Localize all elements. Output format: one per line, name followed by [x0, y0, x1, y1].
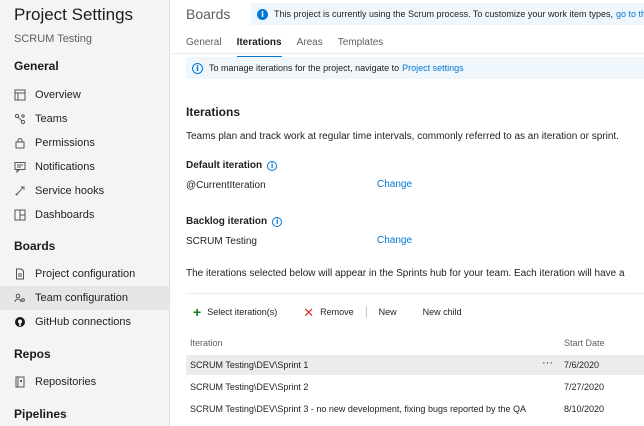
sidebar-item-label: Notifications [35, 161, 95, 173]
change-default-iteration-link[interactable]: Change [377, 179, 412, 190]
start-date: 8/10/2020 [564, 404, 605, 414]
github-icon [14, 316, 26, 328]
default-iteration-value: @CurrentIteration [186, 180, 266, 191]
sidebar-item-permissions[interactable]: Permissions [0, 131, 169, 155]
column-header-start-date[interactable]: Start Date [564, 338, 605, 348]
sidebar-item-repositories[interactable]: Repositories [0, 370, 169, 394]
plus-icon: + [193, 304, 202, 320]
sidebar-item-teams[interactable]: Teams [0, 107, 169, 131]
sprints-hub-note: The iterations selected below will appea… [186, 268, 625, 279]
close-icon: ✕ [303, 304, 315, 320]
info-icon[interactable]: i [267, 160, 278, 171]
backlog-iteration-label-text: Backlog iteration [186, 216, 268, 227]
project-settings-link[interactable]: Project settings [402, 63, 464, 73]
command-bar-divider [186, 293, 644, 294]
document-icon [14, 268, 26, 280]
iterations-description: Teams plan and track work at regular tim… [186, 131, 619, 142]
banner-link[interactable]: go to the [616, 9, 644, 19]
tab-general[interactable]: General [186, 37, 222, 53]
backlog-iteration-label: Backlog iteration i [186, 216, 283, 227]
default-iteration-label-text: Default iteration [186, 160, 263, 171]
info-icon: i [257, 8, 268, 20]
sidebar-item-project-configuration[interactable]: Project configuration [0, 262, 169, 286]
section-boards: Boards [14, 239, 56, 253]
sidebar-item-label: Dashboards [35, 209, 95, 221]
team-config-icon [14, 292, 26, 304]
more-actions-icon[interactable]: ··· [542, 357, 553, 369]
lock-icon [14, 137, 26, 149]
table-row[interactable]: SCRUM Testing\DEV\Sprint 2 7/27/2020 [186, 377, 644, 397]
iterations-heading: Iterations [186, 105, 241, 119]
overview-icon [14, 89, 26, 101]
tab-bar: General Iterations Areas Templates [186, 37, 398, 58]
sidebar-item-team-configuration[interactable]: Team configuration [0, 286, 169, 310]
table-row[interactable]: SCRUM Testing\DEV\Sprint 1 ··· 7/6/2020 [186, 355, 644, 375]
info-icon: i [192, 62, 203, 74]
sidebar-item-dashboards[interactable]: Dashboards [0, 203, 169, 227]
dashboard-icon [14, 209, 26, 221]
command-separator [365, 306, 367, 318]
column-header-iteration[interactable]: Iteration [190, 338, 223, 348]
sidebar-item-github-connections[interactable]: GitHub connections [0, 310, 169, 334]
sidebar-item-label: Teams [35, 113, 68, 125]
backlog-iteration-value: SCRUM Testing [186, 236, 257, 247]
tab-templates[interactable]: Templates [338, 37, 384, 53]
repository-icon [14, 376, 26, 388]
section-pipelines: Pipelines [14, 407, 67, 421]
sidebar-item-label: Service hooks [35, 185, 105, 197]
banner-text: This project is currently using the Scru… [274, 9, 613, 19]
new-button[interactable]: New [379, 307, 397, 317]
notification-icon [14, 161, 26, 173]
sidebar-item-service-hooks[interactable]: Service hooks [0, 179, 169, 203]
remove-button[interactable]: ✕ Remove [303, 306, 353, 319]
tab-iterations[interactable]: Iterations [236, 37, 282, 58]
sidebar-item-label: Permissions [35, 137, 95, 149]
sidebar-item-label: Project configuration [35, 268, 136, 280]
start-date: 7/6/2020 [564, 360, 600, 370]
remove-label: Remove [320, 307, 354, 317]
sidebar-title: Project Settings [14, 5, 134, 24]
default-iteration-label: Default iteration i [186, 160, 278, 171]
tab-areas[interactable]: Areas [297, 37, 323, 53]
main-content: Boards i This project is currently using… [171, 0, 644, 426]
change-backlog-iteration-link[interactable]: Change [377, 235, 412, 246]
service-hooks-icon [14, 185, 26, 197]
sidebar-item-overview[interactable]: Overview [0, 83, 169, 107]
iteration-path: SCRUM Testing\DEV\Sprint 3 - no new deve… [190, 404, 527, 414]
iteration-path: SCRUM Testing\DEV\Sprint 1 [190, 360, 309, 370]
tab-divider [171, 53, 644, 54]
start-date: 7/27/2020 [564, 382, 605, 392]
new-child-button[interactable]: New child [423, 307, 462, 317]
iteration-path: SCRUM Testing\DEV\Sprint 2 [190, 382, 309, 392]
section-general: General [14, 59, 59, 73]
project-name: SCRUM Testing [14, 33, 93, 45]
sidebar-item-notifications[interactable]: Notifications [0, 155, 169, 179]
sidebar-item-label: Overview [35, 89, 81, 101]
table-row[interactable]: SCRUM Testing\DEV\Sprint 3 - no new deve… [186, 399, 644, 419]
sidebar-item-label: Repositories [35, 376, 97, 388]
sidebar-item-label: GitHub connections [35, 316, 131, 328]
section-repos: Repos [14, 347, 51, 361]
sidebar: Project Settings SCRUM Testing General O… [0, 0, 170, 426]
manage-iterations-info: i To manage iterations for the project, … [186, 57, 644, 79]
page-title: Boards [186, 6, 231, 22]
teams-icon [14, 113, 26, 125]
info-text: To manage iterations for the project, na… [209, 63, 400, 73]
select-iterations-button[interactable]: + Select iteration(s) [193, 305, 277, 319]
select-iterations-label: Select iteration(s) [207, 307, 278, 317]
process-banner: i This project is currently using the Sc… [251, 3, 644, 25]
info-icon[interactable]: i [272, 216, 283, 227]
sidebar-item-label: Team configuration [35, 292, 128, 304]
command-bar: + Select iteration(s) ✕ Remove New New c… [193, 304, 462, 320]
